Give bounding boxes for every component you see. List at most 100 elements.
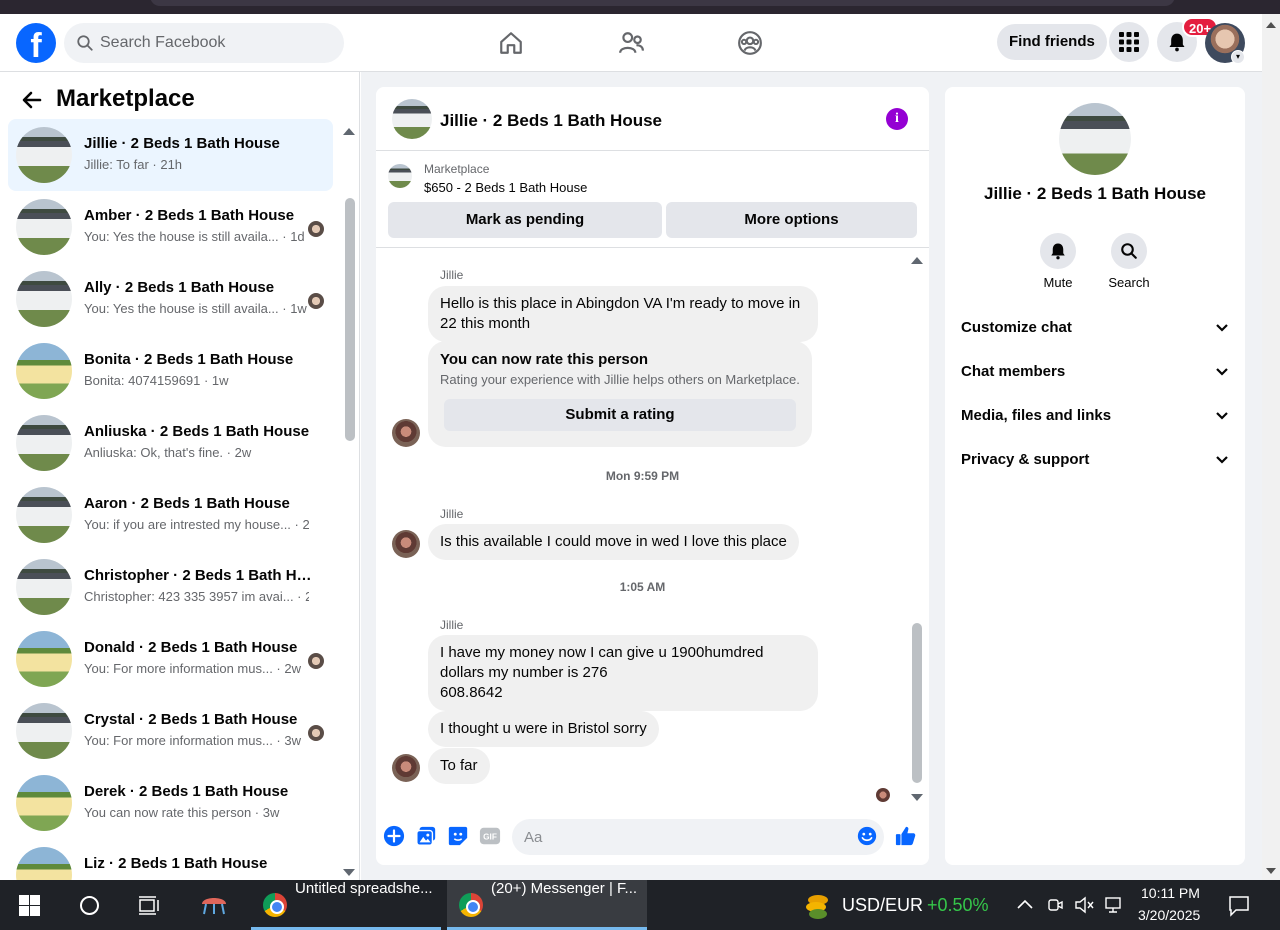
facebook-logo[interactable]: f: [16, 23, 56, 63]
volume-muted-icon[interactable]: [1074, 896, 1094, 914]
message-bubble[interactable]: Hello is this place in Abingdon VA I'm r…: [428, 286, 818, 342]
scroll-down-arrow-icon[interactable]: [1266, 868, 1276, 874]
chat-panel: Jillie · 2 Beds 1 Bath House i Marketpla…: [376, 87, 929, 865]
conversation-title: Crystal · 2 Beds 1 Bath House: [84, 711, 298, 728]
find-friends-button[interactable]: Find friends: [997, 24, 1107, 60]
scrollbar-thumb[interactable]: [345, 198, 355, 441]
chat-info-panel: Jillie · 2 Beds 1 Bath House Mute Search…: [945, 87, 1245, 865]
seen-receipt-avatar: [876, 788, 890, 802]
chat-title[interactable]: Jillie · 2 Beds 1 Bath House: [440, 111, 662, 131]
taskbar-app-spreadsheet[interactable]: Untitled spreadshe...: [251, 880, 441, 930]
conversation-list-scrollbar[interactable]: [342, 128, 356, 880]
message-bubble[interactable]: To far: [428, 748, 490, 784]
message-bubble[interactable]: Is this available I could move in wed I …: [428, 524, 799, 560]
plus-icon[interactable]: [383, 825, 405, 847]
browser-address-area: [150, 0, 1175, 6]
conversation-thumbnail[interactable]: [392, 99, 432, 139]
currency-pair[interactable]: USD/EUR: [842, 895, 923, 916]
scroll-up-arrow-icon[interactable]: [343, 128, 355, 135]
windows-start-icon[interactable]: [19, 895, 40, 916]
media-files-links-row[interactable]: Media, files and links: [961, 401, 1229, 431]
conversation-item[interactable]: Ally · 2 Beds 1 Bath House You: Yes the h…: [8, 263, 333, 335]
conversation-title: Ally · 2 Beds 1 Bath House: [84, 279, 275, 296]
listing-thumbnail: [16, 775, 72, 831]
mute-action[interactable]: Mute: [1028, 233, 1088, 290]
sender-avatar[interactable]: [392, 530, 420, 558]
sticker-icon[interactable]: [447, 825, 469, 847]
thumbs-up-icon[interactable]: [895, 825, 917, 847]
message-bubble[interactable]: I thought u were in Bristol sorry: [428, 711, 659, 747]
conversation-preview: Bonita: 4074159691 · 1w: [84, 373, 229, 388]
listing-thumbnail: [16, 847, 72, 880]
chat-members-row[interactable]: Chat members: [961, 357, 1229, 387]
taskbar-app-label: (20+) Messenger | F...: [491, 880, 638, 897]
conversation-item[interactable]: Donald · 2 Beds 1 Bath House You: For mor…: [8, 623, 333, 695]
conversation-preview: Christopher: 423 335 3957 im avai... · 2…: [84, 589, 309, 604]
page-scrollbar[interactable]: [1262, 14, 1280, 880]
conversation-item[interactable]: Derek · 2 Beds 1 Bath House You can now r…: [8, 767, 333, 839]
groups-icon[interactable]: [735, 28, 765, 58]
scroll-up-arrow-icon[interactable]: [911, 257, 923, 264]
row-label: Chat members: [961, 363, 1066, 380]
network-icon[interactable]: [1104, 896, 1126, 914]
submit-rating-button[interactable]: Submit a rating: [444, 399, 796, 431]
conversation-title: Anliuska · 2 Beds 1 Bath House: [84, 423, 310, 440]
search-input[interactable]: [100, 34, 320, 52]
conversation-item[interactable]: Crystal · 2 Beds 1 Bath House You: For mo…: [8, 695, 333, 767]
conversation-item[interactable]: Jillie · 2 Beds 1 Bath House Jillie: To f…: [8, 119, 333, 191]
rating-card-title: You can now rate this person: [440, 351, 649, 368]
conversation-title: Christopher · 2 Beds 1 Bath Hou...: [84, 567, 319, 584]
conversation-item[interactable]: Christopher · 2 Beds 1 Bath Hou... Christ…: [8, 551, 333, 623]
conversation-item[interactable]: Liz · 2 Beds 1 Bath House: [8, 839, 333, 880]
conversation-item[interactable]: Amber · 2 Beds 1 Bath House You: Yes the …: [8, 191, 333, 263]
more-options-button[interactable]: More options: [666, 202, 917, 238]
task-view-icon[interactable]: [138, 895, 162, 916]
rating-card-description: Rating your experience with Jillie helps…: [440, 372, 800, 387]
listing-banner: Marketplace $650 - 2 Beds 1 Bath House M…: [376, 152, 929, 248]
message-bubble[interactable]: I have my money now I can give u 1900hum…: [428, 635, 818, 711]
privacy-support-row[interactable]: Privacy & support: [961, 445, 1229, 475]
sender-avatar[interactable]: [392, 754, 420, 782]
conversation-title: Derek · 2 Beds 1 Bath House: [84, 783, 289, 800]
chevron-down-icon[interactable]: ▾: [1231, 50, 1245, 64]
conversation-item[interactable]: Anliuska · 2 Beds 1 Bath House Anliuska: …: [8, 407, 333, 479]
currency-widget-icon[interactable]: [804, 892, 830, 920]
listing-title[interactable]: $650 - 2 Beds 1 Bath House: [424, 180, 587, 195]
info-icon[interactable]: i: [886, 108, 908, 130]
search-action[interactable]: Search: [1099, 233, 1159, 290]
grid-icon: [1119, 32, 1139, 52]
search-icon: [77, 35, 93, 51]
back-arrow-icon[interactable]: [20, 88, 44, 112]
notification-center-icon[interactable]: [1228, 895, 1250, 917]
conversation-item[interactable]: Bonita · 2 Beds 1 Bath House Bonita: 4074…: [8, 335, 333, 407]
meet-now-icon[interactable]: [1046, 896, 1064, 914]
search-bar[interactable]: [64, 23, 344, 63]
conversation-profile-picture[interactable]: [1059, 103, 1131, 175]
menu-grid-button[interactable]: [1109, 22, 1149, 62]
customize-chat-row[interactable]: Customize chat: [961, 313, 1229, 343]
chevron-up-icon[interactable]: [1016, 898, 1034, 910]
clock-time[interactable]: 10:11 PM: [1141, 885, 1200, 901]
gif-icon[interactable]: GIF: [479, 825, 501, 847]
message-scrollbar[interactable]: [910, 257, 926, 803]
clock-date[interactable]: 3/20/2025: [1138, 907, 1200, 923]
listing-thumbnail[interactable]: [388, 164, 412, 188]
chevron-down-icon: [1216, 456, 1228, 464]
scroll-up-arrow-icon[interactable]: [1266, 22, 1276, 28]
snipping-tool-icon[interactable]: [198, 892, 230, 918]
conversation-item[interactable]: Aaron · 2 Beds 1 Bath House You: if you a…: [8, 479, 333, 551]
mark-as-pending-button[interactable]: Mark as pending: [388, 202, 662, 238]
conversation-title: Jillie · 2 Beds 1 Bath House: [84, 135, 280, 152]
scroll-down-arrow-icon[interactable]: [911, 794, 923, 801]
emoji-icon[interactable]: [856, 825, 878, 847]
sender-avatar[interactable]: [392, 419, 420, 447]
scroll-down-arrow-icon[interactable]: [343, 869, 355, 876]
listing-thumbnail: [16, 703, 72, 759]
friends-icon[interactable]: [616, 28, 646, 58]
photo-icon[interactable]: [415, 825, 437, 847]
cortana-search-icon[interactable]: [79, 895, 100, 916]
taskbar-app-messenger[interactable]: (20+) Messenger | F...: [447, 880, 647, 930]
message-input[interactable]: [512, 819, 884, 855]
scrollbar-thumb[interactable]: [912, 623, 922, 783]
home-icon[interactable]: [496, 28, 526, 58]
